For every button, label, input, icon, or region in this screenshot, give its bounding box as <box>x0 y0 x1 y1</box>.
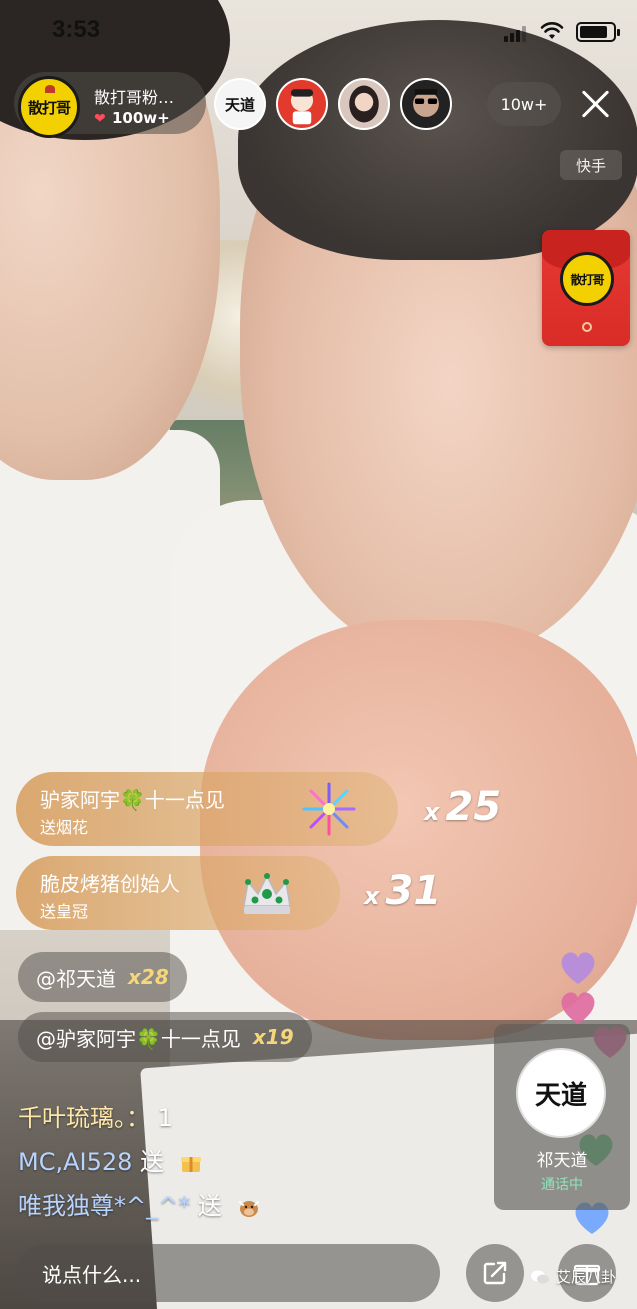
close-icon[interactable] <box>580 88 612 120</box>
gift-icon <box>180 1157 201 1172</box>
host-card[interactable]: 散打哥 散打哥粉… ❤ 100w+ <box>14 72 206 138</box>
viewer-avatar[interactable] <box>338 78 390 130</box>
status-bar: 3:53 <box>0 0 637 62</box>
battery-fill <box>580 26 607 38</box>
fireworks-icon <box>302 782 356 836</box>
platform-tag: 快手 <box>560 150 622 180</box>
gift-row: 脆皮烤猪创始人 送皇冠 <box>16 856 340 930</box>
gift-row: 驴家阿宇🍀十一点见 送烟花 <box>16 772 398 846</box>
chat-line: 千叶琉璃。： 1 <box>18 1098 173 1133</box>
call-status: 通话中 <box>541 1177 583 1193</box>
chat-user[interactable]: 千叶琉璃。： <box>18 1104 150 1132</box>
gift-count: x 25 <box>424 784 501 830</box>
gift-desc: 送皇冠 <box>40 902 89 921</box>
chat-line: MC,AI528 送 <box>18 1142 204 1177</box>
comment-text: @驴家阿宇🍀十一点见 <box>36 1026 241 1051</box>
comment-input[interactable]: 说点什么... <box>16 1244 440 1302</box>
envelope-clasp-icon <box>582 322 592 332</box>
gift-sender: 驴家阿宇🍀十一点见 <box>40 788 225 812</box>
call-panel[interactable]: 天道 祁天道 通话中 <box>494 1024 630 1210</box>
gift-desc: 送烟花 <box>40 818 89 837</box>
gift-count: x 31 <box>364 868 441 914</box>
status-time: 3:53 <box>52 16 101 43</box>
viewer-avatar[interactable] <box>400 78 452 130</box>
call-avatar[interactable]: 天道 <box>516 1048 606 1138</box>
chat-text: 1 <box>157 1104 173 1132</box>
woman-avatar-icon <box>349 85 379 123</box>
gift-sender: 脆皮烤猪创始人 <box>40 872 180 896</box>
red-envelope[interactable]: 散打哥 <box>542 230 630 346</box>
watermark-text: 艾辰八卦 <box>556 1268 617 1286</box>
comment-combo: x28 <box>128 965 169 989</box>
sunglasses-avatar-icon <box>413 89 439 117</box>
crown-icon <box>243 873 291 914</box>
share-icon <box>483 1261 507 1285</box>
viewer-avatar[interactable] <box>276 78 328 130</box>
host-likes-value: 100w+ <box>112 109 170 127</box>
share-button[interactable] <box>466 1244 524 1302</box>
chat-text: 送 <box>197 1192 222 1220</box>
wifi-icon <box>540 22 564 39</box>
heart-icon: ❤ <box>94 111 106 127</box>
chat-text: 送 <box>140 1148 165 1176</box>
signal-icon <box>504 26 526 42</box>
call-name: 祁天道 <box>536 1151 588 1171</box>
call-avatar-text: 天道 <box>534 1080 587 1111</box>
gift-count-prefix: x <box>364 882 380 910</box>
heart-icon <box>561 952 595 984</box>
host-likes: ❤ 100w+ <box>94 109 170 127</box>
viewer-avatar[interactable]: 天道 <box>214 78 266 130</box>
gift-count-value: 31 <box>385 868 442 914</box>
chat-user[interactable]: 唯我独尊*^_^* <box>18 1192 190 1220</box>
cartoon-avatar-icon <box>290 89 314 125</box>
cow-icon <box>238 1201 259 1217</box>
comment-bubble[interactable]: @祁天道 x28 <box>18 952 187 1002</box>
comment-combo: x19 <box>252 1025 294 1049</box>
comment-text: @祁天道 <box>36 966 116 991</box>
watermark: 艾辰八卦 <box>530 1266 616 1287</box>
envelope-logo: 散打哥 <box>560 252 614 306</box>
host-name: 散打哥粉… <box>94 88 175 107</box>
chat-user[interactable]: MC,AI528 <box>18 1148 132 1176</box>
gift-count-prefix: x <box>424 798 440 826</box>
comment-bubble[interactable]: @驴家阿宇🍀十一点见 x19 <box>18 1012 312 1062</box>
wechat-icon <box>531 1270 549 1283</box>
dao-avatar-text: 天道 <box>224 95 255 114</box>
battery-icon <box>576 22 620 42</box>
host-avatar[interactable]: 散打哥 <box>18 76 80 138</box>
chat-line: 唯我独尊*^_^* 送 <box>18 1186 262 1221</box>
viewer-count[interactable]: 10w+ <box>487 82 561 126</box>
gift-count-value: 25 <box>445 784 502 830</box>
